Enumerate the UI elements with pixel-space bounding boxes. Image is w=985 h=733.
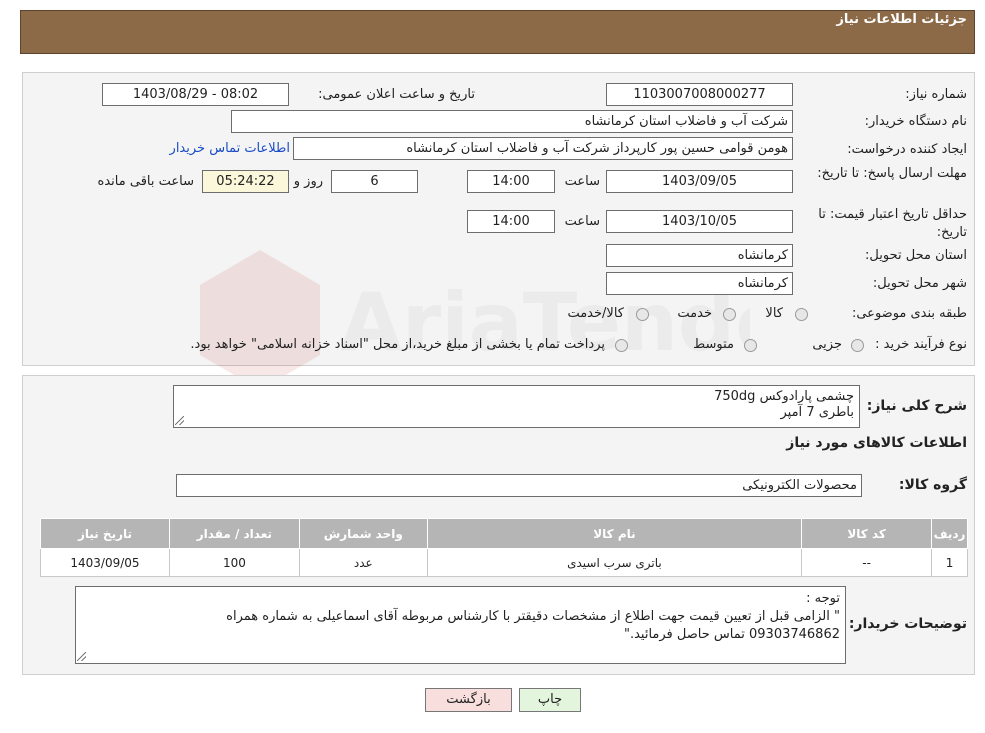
validity-label: حداقل تاریخ اعتبار قیمت: تا تاریخ: (818, 207, 967, 240)
cell-date: 1403/09/05 (40, 548, 170, 577)
process-note: پرداخت تمام یا بخشی از مبلغ خرید،از محل … (190, 337, 605, 352)
process-medium-label: متوسط (693, 337, 734, 352)
city-field[interactable]: کرمانشاه (606, 272, 793, 295)
goods-group-label: گروه کالا: (898, 477, 967, 493)
need-number-field[interactable]: 1103007008000277 (606, 83, 793, 106)
category-label: طبقه بندی موضوعی: (851, 306, 967, 321)
buyer-notes-line-2: " الزامی قبل از تعیین قیمت جهت اطلاع از … (226, 609, 840, 624)
city-label: شهر محل تحویل: (872, 276, 967, 291)
buyer-org-field[interactable]: شرکت آب و فاضلاب استان کرمانشاه (231, 110, 793, 133)
page-title: جزئیات اطلاعات نیاز (836, 12, 967, 27)
category-service-label: خدمت (677, 306, 712, 321)
announce-label: تاریخ و ساعت اعلان عمومی: (318, 87, 475, 102)
watermark-emblem (200, 250, 320, 390)
items-table-wrap: ردیف کد کالا نام کالا واحد شمارش تعداد /… (40, 518, 968, 577)
buyer-notes-line-1: توجه : (806, 591, 840, 606)
province-label: استان محل تحویل: (865, 248, 967, 263)
buyer-notes-line-3: 09303746862 تماس حاصل فرمائید." (623, 627, 840, 642)
need-number-label: شماره نیاز: (905, 87, 967, 102)
validity-date-field[interactable]: 1403/10/05 (606, 210, 793, 233)
description-line-2: باطری 7 آمپر (780, 405, 855, 420)
category-service-radio[interactable] (723, 308, 736, 321)
validity-time-label: ساعت (564, 214, 600, 229)
col-row-header: ردیف (931, 518, 968, 549)
back-button[interactable]: بازگشت (425, 688, 512, 712)
process-treasury-checkbox[interactable] (615, 339, 628, 352)
resize-handle-icon[interactable] (77, 652, 86, 661)
col-qty-header: تعداد / مقدار (168, 518, 300, 549)
goods-info-title: اطلاعات کالاهای مورد نیاز (786, 435, 967, 451)
process-minor-label: جزیی (812, 337, 842, 352)
buyer-notes-textarea[interactable]: توجه : " الزامی قبل از تعیین قیمت جهت اط… (75, 586, 846, 664)
deadline-time-field[interactable]: 14:00 (467, 170, 555, 193)
category-goods-radio[interactable] (795, 308, 808, 321)
cell-row: 1 (931, 548, 968, 577)
col-code-header: کد کالا (801, 518, 933, 549)
cell-unit: عدد (298, 548, 428, 577)
category-goods-service-label: کالا/خدمت (567, 306, 624, 321)
print-button[interactable]: چاپ (519, 688, 581, 712)
process-minor-radio[interactable] (851, 339, 864, 352)
goods-group-field[interactable]: محصولات الکترونیکی (176, 474, 862, 497)
process-label: نوع فرآیند خرید : (875, 337, 967, 352)
creator-label: ایجاد کننده درخواست: (847, 142, 967, 157)
page-header (20, 10, 975, 54)
description-textarea[interactable]: چشمی پارادوکس 750dg باطری 7 آمپر (173, 385, 860, 428)
buyer-contact-link[interactable]: اطلاعات تماس خریدار (170, 141, 290, 156)
cell-name: باتری سرب اسیدی (426, 548, 803, 577)
remaining-label: ساعت باقی مانده (97, 174, 194, 189)
cell-code: -- (801, 548, 933, 577)
col-date-header: تاریخ نیاز (40, 518, 170, 549)
announce-field[interactable]: 1403/08/29 - 08:02 (102, 83, 289, 106)
buyer-org-label: نام دستگاه خریدار: (864, 114, 967, 129)
cell-qty: 100 (168, 548, 300, 577)
col-unit-header: واحد شمارش (298, 518, 428, 549)
deadline-label: مهلت ارسال پاسخ: تا تاریخ: (817, 166, 967, 181)
days-label: روز و (293, 174, 323, 189)
items-table: ردیف کد کالا نام کالا واحد شمارش تعداد /… (40, 518, 968, 577)
category-goods-service-radio[interactable] (636, 308, 649, 321)
province-field[interactable]: کرمانشاه (606, 244, 793, 267)
validity-time-field[interactable]: 14:00 (467, 210, 555, 233)
deadline-date-field[interactable]: 1403/09/05 (606, 170, 793, 193)
description-line-1: چشمی پارادوکس 750dg (714, 389, 854, 404)
days-field[interactable]: 6 (331, 170, 418, 193)
table-row: 1 -- باتری سرب اسیدی عدد 100 1403/09/05 (40, 548, 968, 577)
creator-field[interactable]: هومن قوامی حسین پور کارپرداز شرکت آب و ف… (293, 137, 793, 160)
resize-handle-icon[interactable] (175, 416, 184, 425)
buyer-notes-label: توضیحات خریدار: (848, 616, 967, 632)
deadline-time-label: ساعت (564, 174, 600, 189)
description-label: شرح کلی نیاز: (866, 398, 967, 414)
process-medium-radio[interactable] (744, 339, 757, 352)
remaining-time-field[interactable]: 05:24:22 (202, 170, 289, 193)
col-name-header: نام کالا (426, 518, 803, 549)
category-goods-label: کالا (765, 306, 783, 321)
